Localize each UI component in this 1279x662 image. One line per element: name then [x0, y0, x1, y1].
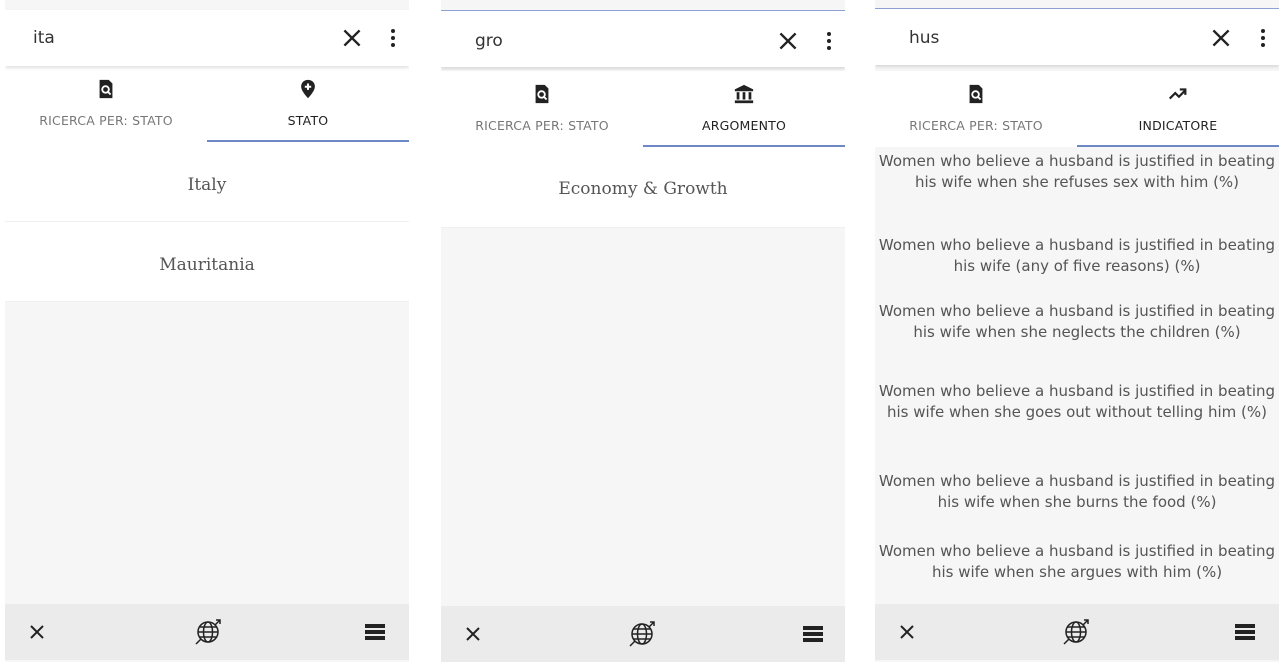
- result-item[interactable]: Women who believe a husband is justified…: [875, 377, 1279, 467]
- clear-search-icon[interactable]: [339, 25, 365, 51]
- tab-bar: RICERCA PER: STATO STATO: [5, 66, 409, 142]
- tab-label: RICERCA PER: STATO: [909, 118, 1043, 133]
- search-input[interactable]: ita: [33, 28, 55, 48]
- close-icon[interactable]: [897, 622, 917, 642]
- active-tab-indicator: [1077, 145, 1279, 147]
- tab-label: STATO: [287, 113, 329, 128]
- results-list: Women who believe a husband is justified…: [875, 147, 1279, 603]
- globe-icon[interactable]: [627, 619, 657, 649]
- list-menu-icon[interactable]: [1235, 624, 1255, 640]
- active-tab-indicator: [207, 140, 409, 142]
- result-item[interactable]: Economy & Growth: [441, 147, 845, 228]
- search-input[interactable]: hus: [909, 28, 939, 48]
- globe-icon[interactable]: [193, 617, 223, 647]
- search-input[interactable]: gro: [475, 31, 503, 51]
- search-panel-topic: gro RICERCA PER: STATO ARGOMENTO Economy…: [441, 0, 845, 662]
- result-item[interactable]: Italy: [5, 142, 409, 222]
- search-document-icon: [95, 78, 117, 100]
- close-icon[interactable]: [27, 622, 47, 642]
- search-document-icon: [965, 83, 987, 105]
- search-toolbar: hus: [875, 9, 1279, 65]
- tab-label: RICERCA PER: STATO: [475, 118, 609, 133]
- tab-search-by-country[interactable]: RICERCA PER: STATO: [5, 66, 207, 142]
- list-menu-icon[interactable]: [365, 624, 385, 640]
- search-document-icon: [531, 83, 553, 105]
- close-icon[interactable]: [463, 624, 483, 644]
- overflow-menu-icon[interactable]: [825, 29, 833, 53]
- overflow-menu-icon[interactable]: [1259, 26, 1267, 50]
- result-item[interactable]: Mauritania: [5, 222, 409, 302]
- search-toolbar: ita: [5, 10, 409, 66]
- tab-search-by-country[interactable]: RICERCA PER: STATO: [441, 71, 643, 147]
- result-item[interactable]: Women who believe a husband is justified…: [875, 467, 1279, 537]
- bank-icon: [733, 83, 755, 105]
- bottom-bar: [875, 604, 1279, 660]
- result-item[interactable]: Women who believe a husband is justified…: [875, 537, 1279, 603]
- tab-label: INDICATORE: [1138, 118, 1218, 133]
- result-item[interactable]: Women who believe a husband is justified…: [875, 297, 1279, 377]
- results-list: Italy Mauritania: [5, 142, 409, 302]
- location-plus-icon: [297, 78, 319, 100]
- clear-search-icon[interactable]: [1208, 25, 1234, 51]
- tab-label: RICERCA PER: STATO: [39, 113, 173, 128]
- active-tab-indicator: [643, 145, 845, 147]
- search-panel-country: ita RICERCA PER: STATO STATO Italy Mauri…: [5, 0, 409, 662]
- search-panel-indicator: hus RICERCA PER: STATO INDICATORE Women …: [875, 0, 1279, 662]
- overflow-menu-icon[interactable]: [389, 26, 397, 50]
- clear-search-icon[interactable]: [775, 28, 801, 54]
- tab-country[interactable]: STATO: [207, 66, 409, 142]
- list-menu-icon[interactable]: [803, 626, 823, 642]
- tab-indicator[interactable]: INDICATORE: [1077, 71, 1279, 147]
- result-item[interactable]: Women who believe a husband is justified…: [875, 227, 1279, 297]
- tab-topic[interactable]: ARGOMENTO: [643, 71, 845, 147]
- results-list: Economy & Growth: [441, 147, 845, 228]
- search-toolbar: gro: [441, 11, 845, 67]
- tab-label: ARGOMENTO: [701, 118, 787, 133]
- tab-bar: RICERCA PER: STATO INDICATORE: [875, 71, 1279, 147]
- bottom-bar: [441, 606, 845, 662]
- trending-up-icon: [1167, 83, 1189, 105]
- tab-bar: RICERCA PER: STATO ARGOMENTO: [441, 71, 845, 147]
- globe-icon[interactable]: [1061, 617, 1091, 647]
- result-item[interactable]: Women who believe a husband is justified…: [875, 147, 1279, 227]
- tab-search-by-country[interactable]: RICERCA PER: STATO: [875, 71, 1077, 147]
- bottom-bar: [5, 604, 409, 660]
